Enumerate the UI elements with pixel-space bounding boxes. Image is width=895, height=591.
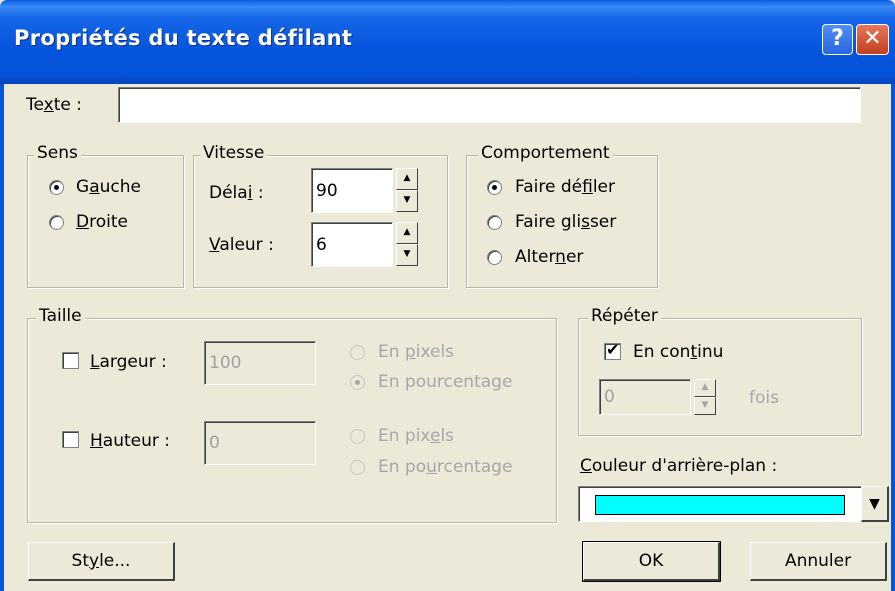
close-icon: ✕ [863,26,882,51]
help-button[interactable]: ? [822,24,853,55]
window-frame-left [0,84,4,591]
delai-label: Délai : [209,183,264,203]
droite-radio[interactable] [49,215,64,230]
delai-down-button[interactable]: ▼ [396,190,418,212]
couleur-label: Couleur d'arrière-plan : [580,456,778,476]
hauteur-input[interactable] [204,421,316,465]
annuler-button[interactable]: Annuler [750,542,887,581]
gauche-radio[interactable] [49,180,64,195]
largeur-pixels-radio[interactable] [350,345,365,360]
faire-defiler-label: Faire défiler [515,177,615,197]
largeur-input[interactable] [204,341,316,385]
couleur-dropdown[interactable] [578,486,862,522]
repeter-legend: Répéter [588,306,661,326]
hauteur-pourcentage-radio[interactable] [350,460,365,475]
chevron-down-icon: ▼ [869,496,880,512]
largeur-pourcentage-label: En pourcentage [378,372,513,392]
valeur-spinner: ▲ ▼ [396,222,418,268]
delai-spinner: ▲ ▼ [396,168,418,214]
fois-label: fois [749,388,779,408]
valeur-input[interactable] [311,222,393,267]
repeter-down-button[interactable]: ▼ [694,397,716,415]
delai-up-button[interactable]: ▲ [396,168,418,190]
style-button[interactable]: Style... [28,542,175,581]
hauteur-checkbox[interactable] [62,431,79,448]
en-continu-checkbox[interactable] [604,340,621,360]
valeur-label: Valeur : [209,235,274,255]
window-frame-right [891,84,895,591]
gauche-label: Gauche [76,177,141,197]
couleur-dropdown-button[interactable]: ▼ [861,486,889,522]
delai-input[interactable] [311,168,393,213]
repeter-count-input[interactable] [599,379,691,415]
ok-button[interactable]: OK [582,541,721,582]
window-title: Propriétés du texte défilant [14,26,353,50]
arrow-down-icon: ▼ [403,249,411,259]
largeur-label: Largeur : [90,352,167,372]
valeur-down-button[interactable]: ▼ [396,244,418,266]
droite-label: Droite [76,212,128,232]
close-button[interactable]: ✕ [856,24,889,55]
texte-input[interactable] [118,87,861,123]
hauteur-pixels-label: En pixels [378,426,455,446]
alterner-radio[interactable] [487,250,502,265]
faire-glisser-label: Faire glisser [515,212,617,232]
texte-label: Texte : [26,95,82,115]
vitesse-legend: Vitesse [200,143,268,163]
hauteur-pourcentage-label: En pourcentage [378,457,513,477]
largeur-pourcentage-radio[interactable] [350,375,365,390]
largeur-pixels-label: En pixels [378,342,455,362]
hauteur-label: Hauteur : [90,431,171,451]
en-continu-label: En continu [633,342,724,362]
faire-glisser-radio[interactable] [487,215,502,230]
arrow-up-icon: ▲ [403,173,411,183]
arrow-down-icon: ▼ [701,400,709,410]
arrow-up-icon: ▲ [701,382,709,392]
sens-legend: Sens [34,143,81,163]
arrow-down-icon: ▼ [403,195,411,205]
faire-defiler-radio[interactable] [487,180,502,195]
color-swatch [595,495,845,515]
repeter-up-button[interactable]: ▲ [694,379,716,397]
largeur-checkbox[interactable] [62,352,79,369]
repeter-group [578,318,862,436]
taille-legend: Taille [36,306,85,326]
hauteur-pixels-radio[interactable] [350,429,365,444]
comportement-legend: Comportement [478,143,613,163]
repeter-spinner: ▲ ▼ [694,379,716,415]
arrow-up-icon: ▲ [403,227,411,237]
alterner-label: Alterner [515,247,584,267]
valeur-up-button[interactable]: ▲ [396,222,418,244]
